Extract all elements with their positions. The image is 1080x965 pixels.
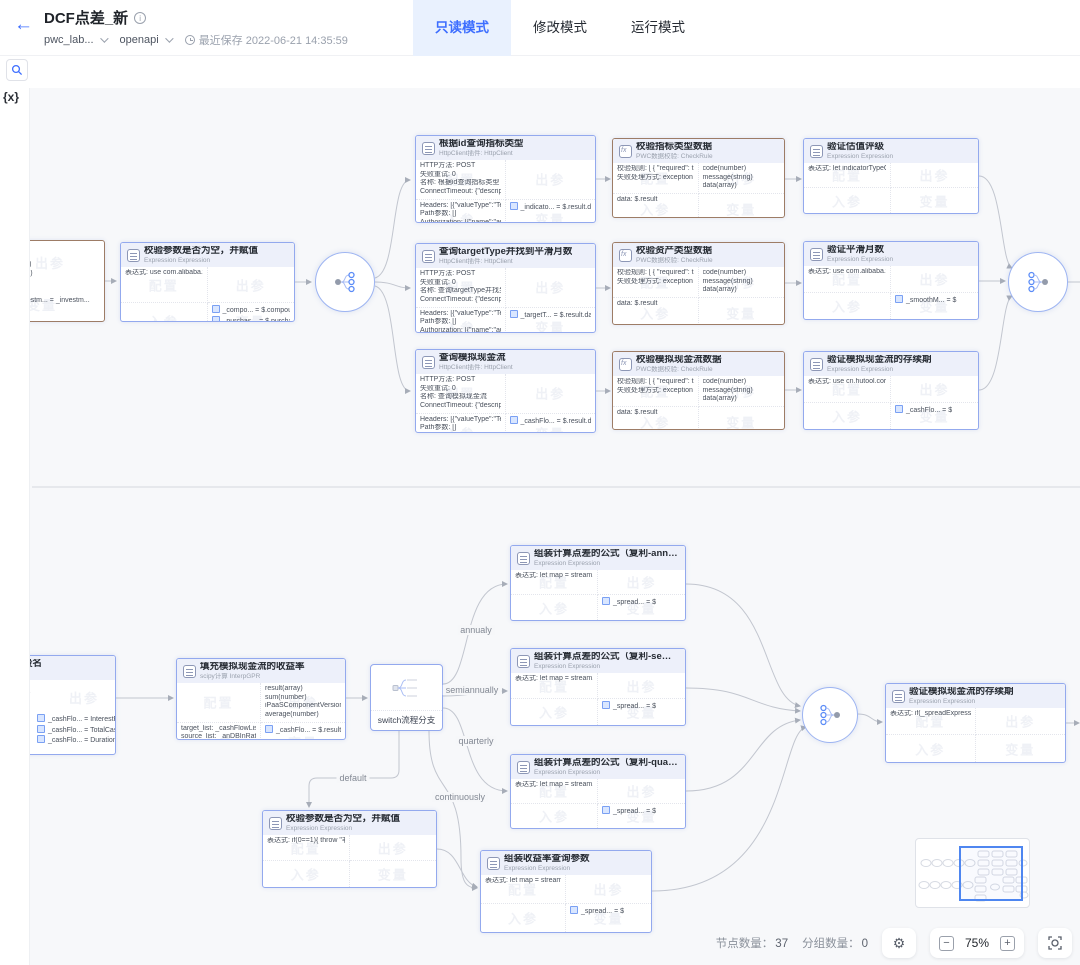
variable-panel-button[interactable]: {x} [3,90,19,104]
expression-icon [269,817,282,830]
settings-button[interactable]: ⚙ [882,928,916,958]
app-header: ← DCF点差_新 i pwc_lab... openapi 最近保存 2022… [0,0,1080,56]
tab-run-mode[interactable]: 运行模式 [609,0,707,56]
merge-icon [815,700,845,730]
expression-icon [892,690,905,703]
gear-icon: ⚙ [893,936,906,950]
expression-icon [517,655,530,668]
httpclient-icon [422,250,435,263]
edge-label-default: default [336,773,369,783]
node-query-simulated-cashflow[interactable]: 查询模拟现金流HttpClient插件: HttpClient 配置HTTP方法… [415,349,596,433]
info-icon[interactable]: i [134,12,146,24]
node-fill-cashflow-yield[interactable]: 填充模拟现金流的收益率scipy计算 InterpGPR 配置 出参result… [176,658,346,740]
junction-merge-bottom[interactable] [802,687,858,743]
node-validate-cashflow-duration-final[interactable]: 验证模拟现金流的存续期Expression Expression 配置表达式: … [885,683,1066,763]
minimap[interactable] [915,838,1030,908]
checkrule-icon [619,249,632,262]
workspace-select[interactable]: pwc_lab... [44,34,106,46]
last-saved-text: 最近保存 2022-06-21 14:35:59 [185,32,348,48]
node-validate-valuation-rating[interactable]: 验证估值评级Expression Expression 配置表达式: let i… [803,138,979,214]
service-select[interactable]: openapi [120,34,171,46]
back-button[interactable]: ← [14,15,33,34]
expression-icon [127,249,140,262]
left-gutter [0,88,30,965]
node-count: 节点数量：37 [716,935,788,951]
node-build-formula-quarterly[interactable]: 组装计算点差的公式（复利-quarterly）Expression Expres… [510,754,686,829]
watermark-output: 出参 [69,688,99,707]
fit-view-button[interactable] [1038,928,1072,958]
checkrule-icon [619,145,632,158]
node-build-yield-query-params[interactable]: 组装收益率查询参数Expression Expression 配置表达式: le… [480,850,652,933]
expression-icon [517,552,530,565]
tab-readonly-mode[interactable]: 只读模式 [413,0,511,56]
node-validate-cashflow-duration[interactable]: 验证模拟现金流的存续期Expression Expression 配置表达式: … [803,351,979,430]
switch-branch-icon [371,665,442,710]
node-validate-smooth-months[interactable]: 验证平滑月数Expression Expression 配置表达式: use c… [803,241,979,320]
node-subtitle: Expression Expression [144,257,258,264]
checkrule-icon [619,358,632,371]
httpclient-icon [422,356,435,369]
zoom-out-button[interactable]: − [939,936,954,951]
edge-label-semiannually: semiannually [443,685,502,695]
node-switch-branch[interactable]: switch流程分支 [370,664,443,731]
chevron-down-icon [165,34,173,42]
status-bar: 节点数量：37 分组数量：0 ⚙ − 75% + [716,926,1072,960]
node-param-rows: _cashFlo... = InterestRate_cashFlo... = … [37,714,115,746]
httpclient-icon [422,142,435,155]
zoom-in-button[interactable]: + [1000,936,1015,951]
zoom-control: − 75% + [930,928,1024,958]
junction-fork[interactable] [315,252,375,312]
mode-tabs: 只读模式 修改模式 运行模式 [413,0,707,56]
minimap-viewport[interactable] [959,846,1023,901]
expression-icon [810,145,823,158]
search-button[interactable] [6,59,28,81]
edge-label-quarterly: quarterly [455,736,496,746]
fit-view-icon [1047,935,1063,951]
node-verify-simulated-cashflow-data[interactable]: 校验模拟现金流数据PWC数据校验: CheckRule 配置校验规则: [ { … [612,351,785,430]
page-title: DCF点差_新 [44,7,128,28]
clock-icon [185,35,195,45]
edge-label-continuously: continuously [432,792,488,802]
group-count: 分组数量：0 [802,935,868,951]
node-build-formula-semiannually[interactable]: 组装计算点差的公式（复利-semiannually）Expression Exp… [510,648,686,726]
canvas-toolbar-row [0,56,1080,88]
fork-icon [330,267,360,297]
node-build-formula-annually[interactable]: 组装计算点差的公式（复利-annualy）Expression Expressi… [510,545,686,621]
zoom-level: 75% [962,936,992,950]
node-verify-indicator-type-data[interactable]: 校验指标类型数据PWC数据校验: CheckRule 配置校验规则: [ { "… [612,138,785,218]
merge-icon [1023,267,1053,297]
switch-label: switch流程分支 [371,710,442,730]
chevron-down-icon [100,34,108,42]
scipy-icon [183,665,196,678]
node-title: 校验参数是否为空，并赋值 [144,246,258,257]
expression-icon [487,857,500,870]
node-check-params-bottom[interactable]: 校验参数是否为空，并赋值Expression Expression 配置表达式:… [262,810,437,888]
expression-icon [810,358,823,371]
tab-edit-mode[interactable]: 修改模式 [511,0,609,56]
node-query-target-type[interactable]: 查询targetType并找到平滑月数HttpClient插件: HttpCli… [415,243,596,333]
node-query-indicator-type[interactable]: 根据id查询指标类型HttpClient插件: HttpClient 配置HTT… [415,135,596,223]
expression-icon [517,761,530,774]
search-icon [11,64,23,76]
node-check-params-top[interactable]: 校验参数是否为空，并赋值Expression Expression 配置表达式:… [120,242,295,322]
expression-icon [810,248,823,261]
edge-label-annually: annualy [457,625,495,635]
junction-merge-top[interactable] [1008,252,1068,312]
node-verify-asset-type-data[interactable]: 校验资产类型数据PWC数据校验: CheckRule 配置校验规则: [ { "… [612,242,785,325]
